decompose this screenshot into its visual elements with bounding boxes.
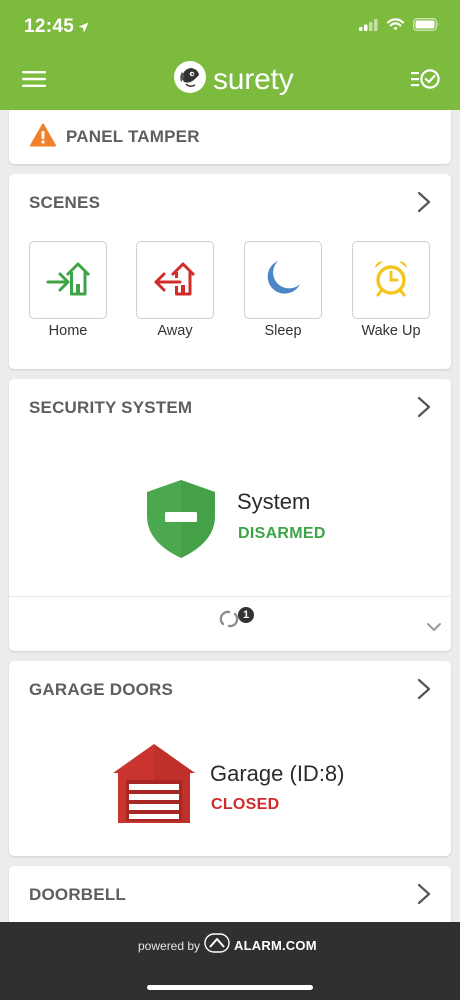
garage-card: GARAGE DOORS Garage (ID:8) CLOSED <box>9 661 451 856</box>
shield-disarmed-icon[interactable] <box>145 478 217 565</box>
scene-away-tile <box>136 241 214 319</box>
garage-device-name: Garage (ID:8) <box>210 761 345 786</box>
chevron-down-icon[interactable] <box>426 619 442 637</box>
scene-label: Wake Up <box>361 323 421 339</box>
alert-label: PANEL TAMPER <box>66 127 200 146</box>
arrive-home-icon <box>45 258 91 303</box>
scene-home-button[interactable]: Home <box>29 241 107 339</box>
alarm-clock-icon <box>371 258 411 303</box>
battery-icon <box>413 18 440 36</box>
scene-wake-up-tile <box>352 241 430 319</box>
scene-label: Home <box>48 323 88 339</box>
doorbell-card: DOORBELL <box>9 866 451 926</box>
powered-by-footer: powered by ALARM.COM <box>0 922 460 1000</box>
doorbell-title: DOORBELL <box>29 885 126 904</box>
chevron-right-icon[interactable] <box>417 883 431 910</box>
sync-icon[interactable] <box>218 608 240 635</box>
security-title: SECURITY SYSTEM <box>29 398 193 417</box>
notification-badge: 1 <box>238 607 254 623</box>
warning-icon <box>30 123 56 152</box>
app-header: 12:45 surety <box>0 0 460 110</box>
checklist-icon <box>411 69 440 94</box>
scene-label: Sleep <box>264 323 302 339</box>
scenes-card: SCENES Home Away Sleep Wake Up <box>9 174 451 369</box>
brand-name: surety <box>213 62 294 96</box>
powered-by: powered by ALARM.COM <box>138 933 317 958</box>
menu-button[interactable] <box>22 70 48 90</box>
location-arrow-icon <box>78 20 89 38</box>
garage-status: CLOSED <box>211 796 280 813</box>
cellular-signal-icon <box>359 18 378 36</box>
security-status: DISARMED <box>238 525 326 542</box>
chevron-right-icon[interactable] <box>417 191 431 218</box>
hamburger-icon <box>22 71 46 92</box>
powered-by-label: powered by <box>138 938 201 953</box>
leave-home-icon <box>152 258 198 303</box>
scene-label: Away <box>157 323 193 339</box>
security-card: SECURITY SYSTEM System DISARMED 1 <box>9 379 451 651</box>
card-divider <box>9 596 451 597</box>
chevron-right-icon[interactable] <box>417 396 431 423</box>
home-indicator[interactable] <box>147 985 313 990</box>
scene-sleep-tile <box>244 241 322 319</box>
tasks-button[interactable] <box>411 68 440 95</box>
scene-home-tile <box>29 241 107 319</box>
scenes-title: SCENES <box>29 193 101 212</box>
garage-title: GARAGE DOORS <box>29 680 174 699</box>
garage-door-icon[interactable] <box>112 743 196 830</box>
dog-logo-icon <box>173 60 207 99</box>
brand-logo: surety <box>173 60 294 99</box>
alert-card[interactable]: PANEL TAMPER <box>9 110 451 164</box>
wifi-icon <box>386 18 405 36</box>
scene-wake-up-button[interactable]: Wake Up <box>352 241 430 339</box>
security-device-name: System <box>237 489 311 514</box>
scene-sleep-button[interactable]: Sleep <box>244 241 322 339</box>
moon-icon <box>263 258 303 303</box>
provider-name: ALARM.COM <box>234 938 317 953</box>
scene-away-button[interactable]: Away <box>136 241 214 339</box>
status-time: 12:45 <box>24 16 75 37</box>
status-icons <box>359 18 440 36</box>
alarm-com-logo-icon <box>204 933 230 958</box>
chevron-right-icon[interactable] <box>417 678 431 705</box>
